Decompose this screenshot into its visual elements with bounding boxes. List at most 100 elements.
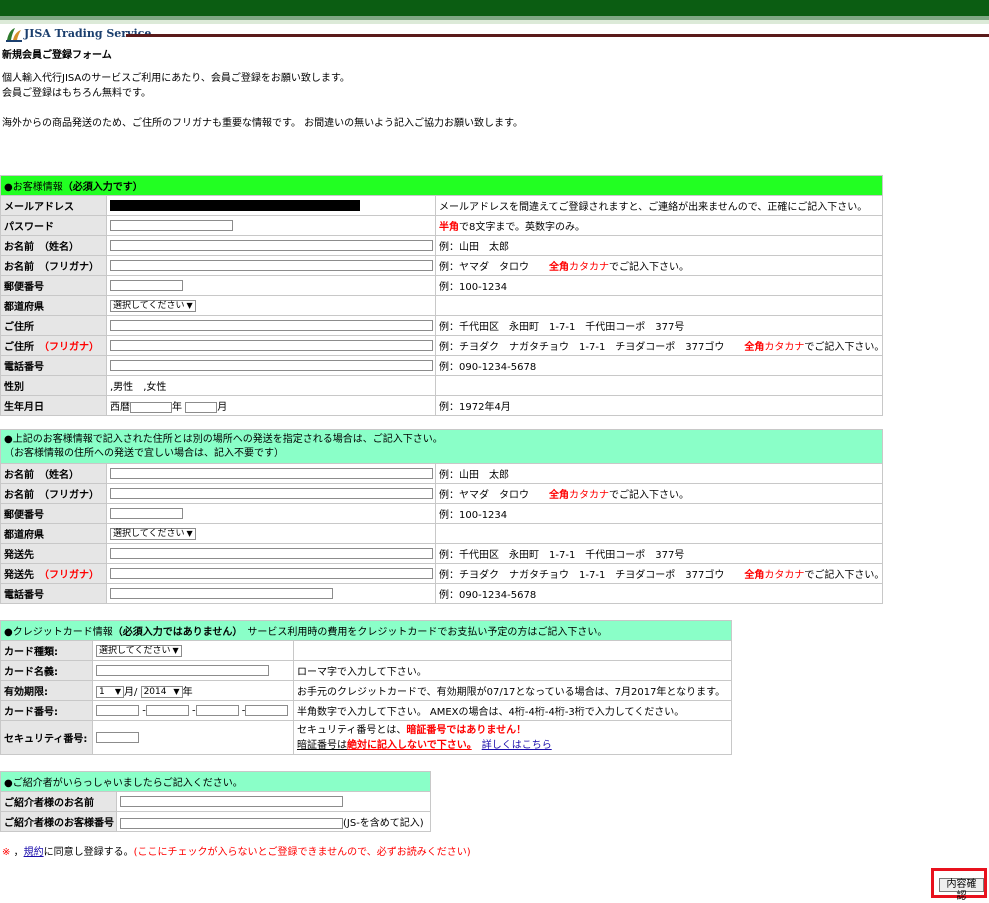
card-name-label: カード名義:: [0, 660, 93, 681]
card-number-field-4[interactable]: [245, 704, 289, 716]
prefecture-row: 都道府県 選択してください ▼: [0, 295, 883, 316]
gender-male-option[interactable]: ,男性: [110, 382, 133, 393]
email-label: メールアドレス: [0, 195, 107, 216]
referrer-number-note: (JS-を含めて記入): [343, 818, 424, 829]
referrer-name-label: ご紹介者様のお名前: [0, 791, 117, 812]
agree-warning: (ここにチェックが入らないとご登録できませんので、必ずお読みください): [133, 847, 471, 858]
credit-card-table: ●クレジットカード情報（必須入力ではありません） サービス利用時の費用をクレジッ…: [0, 620, 733, 755]
card-number-field-1[interactable]: [96, 704, 139, 716]
birth-year-field[interactable]: [130, 401, 172, 413]
brand-underline: [126, 34, 989, 37]
card-security-field[interactable]: [96, 731, 139, 743]
email-row: メールアドレス メールアドレスを間違えてご登録されますと、ご連絡が出来ませんので…: [0, 195, 883, 216]
ship-name-example: 例：山田 太郎: [435, 463, 883, 484]
gender-female-option[interactable]: ,女性: [143, 382, 166, 393]
kana-field[interactable]: [110, 259, 433, 271]
intro-text-3: 海外からの商品発送のため、ご住所のフリガナも重要な情報です。 お間違いの無いよう…: [2, 118, 523, 129]
kana-red-zenkaku: 全角: [549, 262, 569, 273]
referrer-header: ●ご紹介者がいらっしゃいましたらご記入ください。: [0, 771, 432, 792]
password-note-red: 半角: [439, 222, 459, 233]
address-kana-field[interactable]: [110, 339, 433, 351]
address-kana-row: ご住所 （フリガナ） 例：チヨダク ナガタチョウ 1-7-1 チヨダコーポ 37…: [0, 335, 883, 356]
kana-row: お名前 （フリガナ） 例：ヤマダ タロウ 全角カタカナでご記入下さい。: [0, 255, 883, 276]
referrer-name-field[interactable]: [120, 795, 343, 807]
birth-month-field[interactable]: [185, 401, 218, 413]
expiry-month-value: 1: [99, 687, 105, 697]
ship-name-label: お名前 （姓名）: [0, 463, 107, 484]
ship-dest-kana-label-red: （フリガナ）: [44, 570, 99, 581]
ship-dest-kana-label-text: 発送先: [4, 570, 34, 581]
expiry-year-select[interactable]: 2014 ▼: [140, 686, 183, 698]
phone-example: 例：090-1234-5678: [435, 355, 883, 376]
ship-phone-field[interactable]: [110, 587, 333, 599]
confirm-button[interactable]: 内容確認: [939, 878, 984, 902]
card-type-label: カード種類:: [0, 640, 93, 661]
agree-checkbox[interactable]: ，: [14, 847, 24, 858]
shipping-header: ●上記のお客様情報で記入された住所とは別の場所への発送を指定される場合は、ご記入…: [0, 429, 883, 464]
ship-dest-kana-red-katakana: カタカナ: [764, 570, 805, 581]
ship-phone-label: 電話番号: [0, 583, 107, 604]
address-kana-label-red: （フリガナ）: [44, 342, 99, 353]
address-field[interactable]: [110, 319, 433, 331]
email-field[interactable]: [110, 199, 360, 211]
card-type-select-value: 選択してください: [99, 645, 171, 656]
ship-zip-field[interactable]: [110, 507, 183, 519]
name-row: お名前 （姓名） 例：山田 太郎: [0, 235, 883, 256]
zip-row: 郵便番号 例：100-1234: [0, 275, 883, 296]
card-number-label: カード番号:: [0, 700, 93, 721]
ship-dest-kana-note: でご記入下さい。: [804, 570, 883, 581]
credit-card-header: ●クレジットカード情報（必須入力ではありません） サービス利用時の費用をクレジッ…: [0, 620, 733, 641]
address-example: 例：千代田区 永田町 1-7-1 千代田コーポ 377号: [435, 315, 883, 336]
customer-info-table: ●お客様情報（必須入力です） メールアドレス メールアドレスを間違えてご登録され…: [0, 175, 883, 416]
ship-kana-field[interactable]: [110, 487, 433, 499]
ship-zip-row: 郵便番号 例：100-1234: [0, 503, 883, 524]
birth-month-unit: 月: [217, 402, 228, 413]
expiry-month-select[interactable]: 1 ▼: [96, 686, 124, 698]
security-note-1-red: 暗証番号ではありません！: [406, 724, 527, 736]
ship-dest-row: 発送先 例：千代田区 永田町 1-7-1 千代田コーポ 377号: [0, 543, 883, 564]
birth-example: 例：1972年4月: [435, 395, 883, 416]
ship-dest-kana-field[interactable]: [110, 567, 433, 579]
address-kana-red-zenkaku: 全角: [744, 342, 765, 353]
password-field[interactable]: [110, 219, 233, 231]
ship-prefecture-row: 都道府県 選択してください ▼: [0, 523, 883, 544]
chevron-down-icon: ▼: [186, 528, 193, 538]
ship-kana-example: 例：ヤマダ タロウ: [439, 490, 539, 501]
terms-link[interactable]: 規約: [24, 847, 44, 858]
chevron-down-icon: ▼: [114, 687, 121, 696]
phone-row: 電話番号 例：090-1234-5678: [0, 355, 883, 376]
card-type-select[interactable]: 選択してください ▼: [96, 644, 182, 657]
ship-name-field[interactable]: [110, 467, 433, 479]
expiry-year-unit: 年: [182, 687, 193, 698]
referrer-table: ●ご紹介者がいらっしゃいましたらご記入ください。 ご紹介者様のお名前 ご紹介者様…: [0, 771, 432, 832]
ship-phone-row: 電話番号 例：090-1234-5678: [0, 583, 883, 604]
section-title: ●お客様情報: [4, 182, 63, 193]
security-details-link[interactable]: 詳しくはこちら: [482, 740, 552, 751]
card-expiry-row: 有効期限: 1 ▼ 月/ 2014 ▼ 年 お手元のクレジットカードで、有効期限が07/…: [0, 680, 733, 701]
card-security-row: セキュリティ番号: セキュリティ番号とは、暗証番号ではありません！ 暗証番号は絶…: [0, 720, 733, 755]
name-example: 例：山田 太郎: [435, 235, 883, 256]
zip-label: 郵便番号: [0, 275, 107, 296]
ship-zip-example: 例：100-1234: [435, 503, 883, 524]
shipping-header-line2: （お客様情報の住所への発送で宜しい場合は、記入不要です）: [4, 447, 284, 459]
submit-highlight: 内容確認: [931, 868, 987, 902]
name-field[interactable]: [110, 239, 433, 251]
card-expiry-label: 有効期限:: [0, 680, 93, 701]
logo-row: JISA Trading Service: [0, 24, 989, 44]
chevron-down-icon: ▼: [172, 645, 179, 655]
ship-prefecture-select[interactable]: 選択してください ▼: [110, 527, 196, 540]
phone-field[interactable]: [110, 359, 433, 371]
address-kana-label-text: ご住所: [4, 342, 34, 353]
prefecture-select[interactable]: 選択してください ▼: [110, 299, 196, 312]
card-name-row: カード名義: ローマ字で入力して下さい。: [0, 660, 733, 681]
card-number-field-2[interactable]: [145, 704, 189, 716]
intro-text-2: 会員ご登録はもちろん無料です。: [2, 88, 151, 99]
referrer-number-row: ご紹介者様のお客様番号 (JS-を含めて記入): [0, 811, 432, 832]
zip-field[interactable]: [110, 279, 183, 291]
card-number-field-3[interactable]: [195, 704, 239, 716]
ship-kana-label: お名前 （フリガナ）: [0, 483, 107, 504]
ship-dest-field[interactable]: [110, 547, 433, 559]
ship-dest-kana-example: 例：チヨダク ナガタチョウ 1-7-1 チヨダコーポ 377ゴウ: [439, 570, 735, 581]
referrer-number-field[interactable]: [120, 817, 343, 829]
card-name-field[interactable]: [96, 664, 269, 676]
